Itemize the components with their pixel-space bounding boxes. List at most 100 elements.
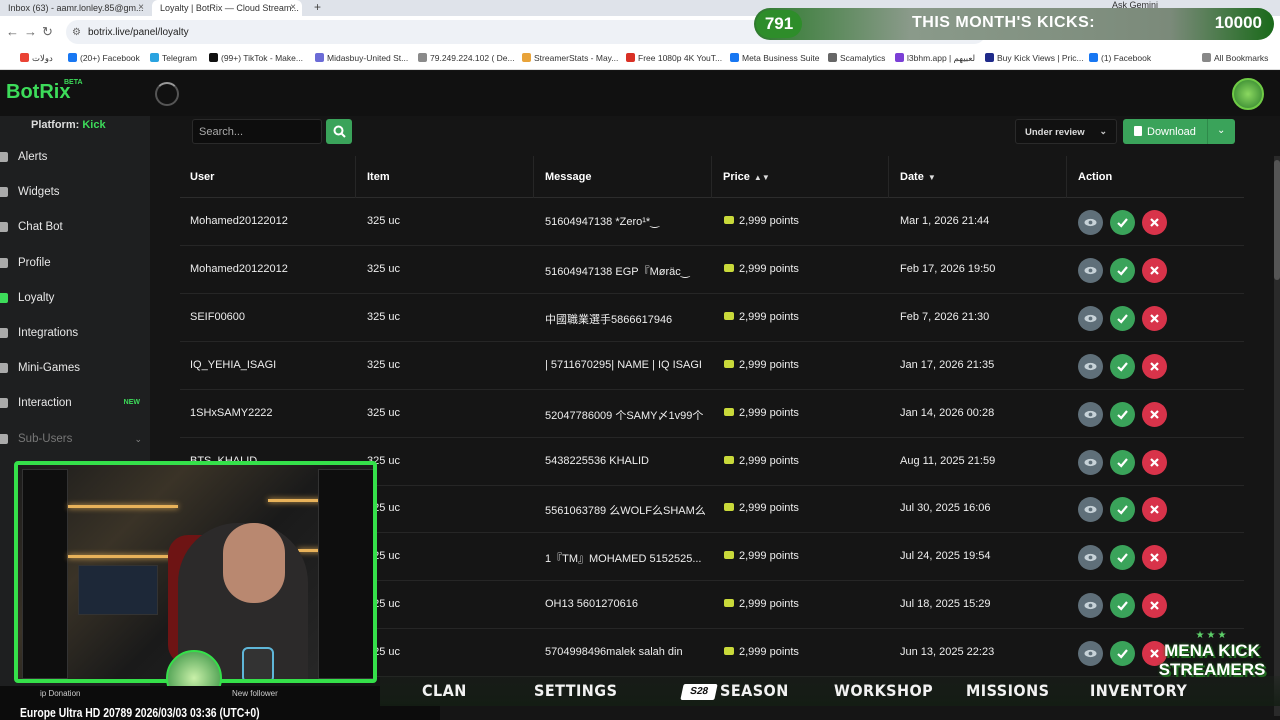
search-button[interactable] <box>326 119 352 144</box>
status-filter-select[interactable]: Under review ⌄ <box>1015 119 1117 144</box>
sidebar-item-chat-bot[interactable]: Chat Bot <box>0 212 150 242</box>
reload-icon[interactable]: ↻ <box>42 24 53 40</box>
bookmark-label: (99+) TikTok - Make... <box>221 53 303 63</box>
cell-item: 325 uc <box>367 455 517 467</box>
reject-button[interactable] <box>1142 449 1167 475</box>
approve-button[interactable] <box>1110 210 1135 235</box>
bookmark-item[interactable]: (99+) TikTok - Make... <box>209 53 303 63</box>
close-icon <box>1150 218 1159 227</box>
download-button[interactable]: Download ⌄ <box>1123 119 1235 144</box>
bookmark-item[interactable]: Buy Kick Views | Pric... <box>985 53 1084 63</box>
view-button[interactable] <box>1078 353 1103 379</box>
forward-icon[interactable]: → <box>24 24 37 39</box>
reject-button[interactable] <box>1142 305 1167 331</box>
close-icon <box>1150 553 1159 563</box>
scrollbar-thumb[interactable] <box>1274 160 1280 280</box>
reject-button[interactable] <box>1142 353 1167 379</box>
close-tab-icon[interactable]: × <box>138 2 144 13</box>
sidebar-item-interaction[interactable]: Interaction NEW <box>0 388 150 418</box>
cell-item-text: 325 uc <box>367 310 401 323</box>
bookmark-item[interactable]: Scamalytics <box>828 53 885 63</box>
reject-button[interactable] <box>1142 497 1167 523</box>
bookmark-item[interactable]: Midasbuy-United St... <box>315 53 408 63</box>
sidebar-item-profile[interactable]: Profile <box>0 248 150 278</box>
status-filter-value: Under review <box>1025 127 1085 138</box>
close-icon <box>1150 314 1159 323</box>
view-button[interactable] <box>1078 545 1103 571</box>
approve-button[interactable] <box>1110 305 1135 331</box>
view-button[interactable] <box>1078 449 1103 475</box>
sidebar-item-alerts[interactable]: Alerts <box>0 142 150 172</box>
reject-button[interactable] <box>1142 210 1167 235</box>
sidebar-item-widgets[interactable]: Widgets <box>0 177 150 207</box>
logo-stars: ★★★ <box>1195 630 1229 641</box>
view-button[interactable] <box>1078 210 1103 235</box>
donation-label: ip Donation <box>40 689 81 698</box>
sidebar-item-sub-users[interactable]: Sub-Users ⌄ <box>0 424 150 454</box>
column-header-message[interactable]: Message <box>545 171 591 183</box>
check-icon <box>1117 649 1128 659</box>
sort-desc-icon: ▼ <box>927 173 936 182</box>
bookmark-item[interactable]: All Bookmarks <box>1202 53 1268 63</box>
close-icon <box>1150 266 1159 275</box>
bookmark-item[interactable]: l3bhm.app | لعبيهم <box>895 53 975 64</box>
view-button[interactable] <box>1078 593 1103 619</box>
bookmark-item[interactable]: Telegram <box>150 53 197 63</box>
view-button[interactable] <box>1078 257 1103 283</box>
sidebar-item-integrations[interactable]: Integrations <box>0 318 150 348</box>
view-button[interactable] <box>1078 497 1103 523</box>
sidebar-item-icon <box>0 187 8 198</box>
eye-icon <box>1084 314 1097 322</box>
close-tab-icon[interactable]: × <box>290 2 296 13</box>
sidebar-item-loyalty[interactable]: Loyalty <box>0 283 150 313</box>
reject-button[interactable] <box>1142 593 1167 619</box>
column-header-price[interactable]: Price ▲▼ <box>723 171 770 183</box>
bookmark-item[interactable]: (20+) Facebook <box>68 53 140 63</box>
reject-button[interactable] <box>1142 257 1167 283</box>
bookmark-item[interactable]: StreamerStats - May... <box>522 53 618 63</box>
view-button[interactable] <box>1078 401 1103 427</box>
download-options-chevron-icon[interactable]: ⌄ <box>1217 125 1225 136</box>
bookmark-item[interactable]: (1) Facebook <box>1089 53 1151 63</box>
server-info-strip: Europe Ultra HD 20789 2026/03/03 03:36 (… <box>0 704 440 720</box>
sidebar-item-icon <box>0 398 8 409</box>
column-header-user[interactable]: User <box>190 171 214 183</box>
bookmark-label: (1) Facebook <box>1101 53 1152 63</box>
botrix-logo[interactable]: BotRix BETA <box>6 79 83 104</box>
new-tab-button[interactable]: + <box>314 0 321 14</box>
bookmark-item[interactable]: Free 1080p 4K YouT... <box>626 53 722 63</box>
reject-button[interactable] <box>1142 545 1167 571</box>
view-button[interactable] <box>1078 641 1103 667</box>
column-header-date[interactable]: Date ▼ <box>900 171 936 183</box>
avatar[interactable] <box>1232 78 1264 110</box>
reject-button[interactable] <box>1142 401 1167 427</box>
cell-date-text: Feb 7, 2026 21:30 <box>900 310 990 323</box>
close-icon <box>1150 601 1159 610</box>
bookmark-favicon-icon <box>315 53 324 62</box>
bookmark-item[interactable]: دولات <box>20 53 53 64</box>
approve-button[interactable] <box>1110 353 1135 379</box>
table-row: SEIF00600 325 uc 中國職業選手5866617946 2,999 poi… <box>180 294 1244 342</box>
approve-button[interactable] <box>1110 545 1135 571</box>
bookmark-item[interactable]: 79.249.224.102 ( De... <box>418 53 515 63</box>
view-button[interactable] <box>1078 305 1103 331</box>
browser-tab-botrix[interactable]: Loyalty | BotRix — Cloud Stream... × <box>152 0 302 16</box>
column-header-item[interactable]: Item <box>367 171 390 183</box>
close-icon <box>1150 409 1159 419</box>
back-icon[interactable]: ← <box>6 24 19 39</box>
eye-icon <box>1084 362 1097 370</box>
browser-tab-gmail[interactable]: Inbox (63) - aamr.lonley.85@gm... × <box>0 0 150 16</box>
cell-price: 2,999 points <box>724 359 874 371</box>
sidebar-item-mini-games[interactable]: Mini-Games <box>0 353 150 383</box>
approve-button[interactable] <box>1110 401 1135 427</box>
bookmark-item[interactable]: Meta Business Suite <box>730 53 819 63</box>
cell-date: Mar 1, 2026 21:44 <box>900 215 1060 227</box>
search-input[interactable] <box>192 119 322 144</box>
approve-button[interactable] <box>1110 257 1135 283</box>
approve-button[interactable] <box>1110 593 1135 619</box>
cell-price: 2,999 points <box>724 550 874 562</box>
approve-button[interactable] <box>1110 641 1135 667</box>
site-info-icon[interactable]: ⚙ <box>72 27 81 38</box>
approve-button[interactable] <box>1110 497 1135 523</box>
approve-button[interactable] <box>1110 449 1135 475</box>
